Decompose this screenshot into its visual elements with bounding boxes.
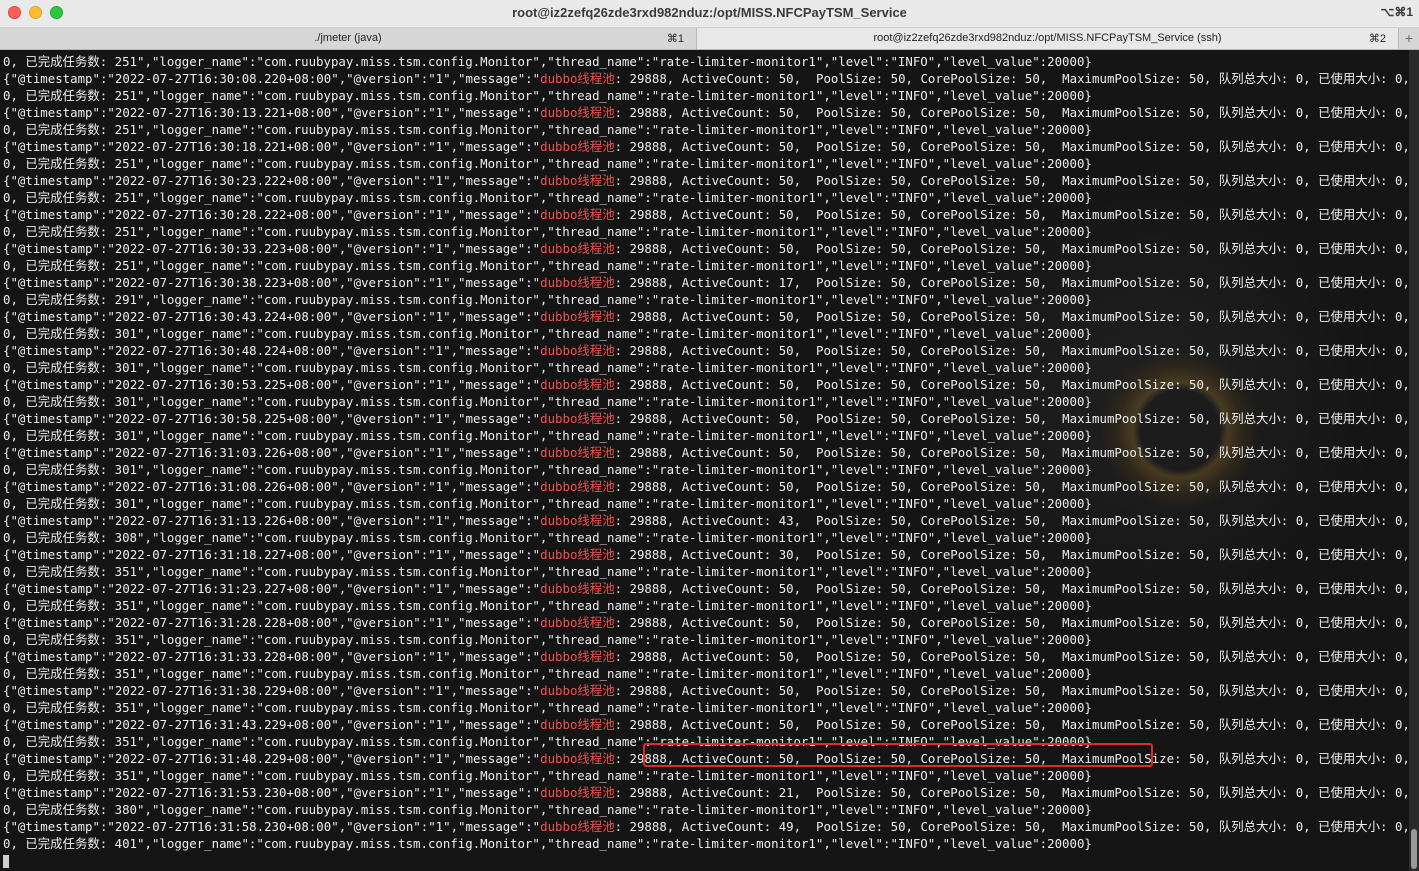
terminal-line: 0, 已完成任务数: 351","logger_name":"com.ruuby… <box>3 666 1092 681</box>
terminal-line: {"@timestamp":"2022-07-27T16:31:18.227+0… <box>3 547 1409 562</box>
terminal-line: {"@timestamp":"2022-07-27T16:30:43.224+0… <box>3 309 1409 324</box>
highlighted-term: dubbo线程池 <box>540 785 615 800</box>
highlighted-term: dubbo线程池 <box>540 479 615 494</box>
highlighted-term: dubbo线程池 <box>540 343 615 358</box>
terminal-line: {"@timestamp":"2022-07-27T16:31:53.230+0… <box>3 785 1409 800</box>
terminal-line: 0, 已完成任务数: 380","logger_name":"com.ruuby… <box>3 802 1092 817</box>
highlighted-term: dubbo线程池 <box>540 173 615 188</box>
tab-shortcut: ⌘2 <box>1368 33 1386 45</box>
scrollbar-thumb[interactable] <box>1411 829 1417 869</box>
terminal-scrollbar[interactable] <box>1409 50 1419 871</box>
terminal-line: 0, 已完成任务数: 301","logger_name":"com.ruuby… <box>3 360 1092 375</box>
window-shortcut: ⌥⌘1 <box>1380 5 1413 19</box>
terminal-line: 0, 已完成任务数: 251","logger_name":"com.ruuby… <box>3 224 1092 239</box>
prompt-line[interactable] <box>3 852 1409 869</box>
terminal-line: {"@timestamp":"2022-07-27T16:31:28.228+0… <box>3 615 1409 630</box>
terminal-line: 0, 已完成任务数: 251","logger_name":"com.ruuby… <box>3 190 1092 205</box>
annotation-highlight-box <box>643 743 1153 767</box>
highlighted-term: dubbo线程池 <box>540 207 615 222</box>
highlighted-term: dubbo线程池 <box>540 445 615 460</box>
terminal-line: 0, 已完成任务数: 251","logger_name":"com.ruuby… <box>3 122 1092 137</box>
new-tab-button[interactable]: + <box>1399 28 1419 49</box>
terminal-line: 0, 已完成任务数: 301","logger_name":"com.ruuby… <box>3 326 1092 341</box>
highlighted-term: dubbo线程池 <box>540 241 615 256</box>
highlighted-term: dubbo线程池 <box>540 275 615 290</box>
terminal-line: 0, 已完成任务数: 351","logger_name":"com.ruuby… <box>3 632 1092 647</box>
tab-label: root@iz2zefq26zde3rxd982nduz:/opt/MISS.N… <box>873 32 1222 44</box>
tab-label: ./jmeter (java) <box>314 32 382 44</box>
terminal-line: {"@timestamp":"2022-07-27T16:31:13.226+0… <box>3 513 1409 528</box>
terminal-line: {"@timestamp":"2022-07-27T16:31:38.229+0… <box>3 683 1409 698</box>
terminal-line: 0, 已完成任务数: 351","logger_name":"com.ruuby… <box>3 700 1092 715</box>
terminal-line: 0, 已完成任务数: 291","logger_name":"com.ruuby… <box>3 292 1092 307</box>
terminal-line: 0, 已完成任务数: 301","logger_name":"com.ruuby… <box>3 428 1092 443</box>
terminal-line: 0, 已完成任务数: 251","logger_name":"com.ruuby… <box>3 258 1092 273</box>
terminal-line: 0, 已完成任务数: 251","logger_name":"com.ruuby… <box>3 156 1092 171</box>
terminal-line: {"@timestamp":"2022-07-27T16:30:33.223+0… <box>3 241 1409 256</box>
terminal-line: 0, 已完成任务数: 308","logger_name":"com.ruuby… <box>3 530 1092 545</box>
terminal-line: {"@timestamp":"2022-07-27T16:31:58.230+0… <box>3 819 1409 834</box>
highlighted-term: dubbo线程池 <box>540 71 615 86</box>
terminal-line: {"@timestamp":"2022-07-27T16:30:23.222+0… <box>3 173 1409 188</box>
highlighted-term: dubbo线程池 <box>540 377 615 392</box>
highlighted-term: dubbo线程池 <box>540 105 615 120</box>
terminal-line: 0, 已完成任务数: 301","logger_name":"com.ruuby… <box>3 394 1092 409</box>
highlighted-term: dubbo线程池 <box>540 581 615 596</box>
terminal-line: {"@timestamp":"2022-07-27T16:30:48.224+0… <box>3 343 1409 358</box>
terminal-line: {"@timestamp":"2022-07-27T16:30:38.223+0… <box>3 275 1409 290</box>
terminal-cursor <box>3 855 9 868</box>
highlighted-term: dubbo线程池 <box>540 513 615 528</box>
terminal-line: {"@timestamp":"2022-07-27T16:31:43.229+0… <box>3 717 1409 732</box>
highlighted-term: dubbo线程池 <box>540 683 615 698</box>
tab-shortcut: ⌘1 <box>666 33 684 45</box>
terminal-line: 0, 已完成任务数: 351","logger_name":"com.ruuby… <box>3 564 1092 579</box>
terminal-line: {"@timestamp":"2022-07-27T16:30:28.222+0… <box>3 207 1409 222</box>
highlighted-term: dubbo线程池 <box>540 615 615 630</box>
terminal-line: 0, 已完成任务数: 301","logger_name":"com.ruuby… <box>3 496 1092 511</box>
terminal-line: 0, 已完成任务数: 251","logger_name":"com.ruuby… <box>3 54 1092 69</box>
terminal-line: 0, 已完成任务数: 301","logger_name":"com.ruuby… <box>3 462 1092 477</box>
window-title: root@iz2zefq26zde3rxd982nduz:/opt/MISS.N… <box>512 5 907 20</box>
terminal-line: {"@timestamp":"2022-07-27T16:31:33.228+0… <box>3 649 1409 664</box>
highlighted-term: dubbo线程池 <box>540 649 615 664</box>
terminal-line: {"@timestamp":"2022-07-27T16:31:03.226+0… <box>3 445 1409 460</box>
tab-ssh[interactable]: root@iz2zefq26zde3rxd982nduz:/opt/MISS.N… <box>697 28 1399 49</box>
terminal-line: 0, 已完成任务数: 351","logger_name":"com.ruuby… <box>3 598 1092 613</box>
terminal-line: {"@timestamp":"2022-07-27T16:30:18.221+0… <box>3 139 1409 154</box>
highlighted-term: dubbo线程池 <box>540 717 615 732</box>
terminal-line: {"@timestamp":"2022-07-27T16:30:58.225+0… <box>3 411 1409 426</box>
terminal-line: {"@timestamp":"2022-07-27T16:30:13.221+0… <box>3 105 1409 120</box>
highlighted-term: dubbo线程池 <box>540 309 615 324</box>
highlighted-term: dubbo线程池 <box>540 411 615 426</box>
terminal-line: {"@timestamp":"2022-07-27T16:30:08.220+0… <box>3 71 1409 86</box>
terminal-line: {"@timestamp":"2022-07-27T16:31:23.227+0… <box>3 581 1409 596</box>
highlighted-term: dubbo线程池 <box>540 819 615 834</box>
terminal-line: {"@timestamp":"2022-07-27T16:30:53.225+0… <box>3 377 1409 392</box>
terminal-line: {"@timestamp":"2022-07-27T16:31:08.226+0… <box>3 479 1409 494</box>
highlighted-term: dubbo线程池 <box>540 139 615 154</box>
highlighted-term: dubbo线程池 <box>540 751 615 766</box>
terminal-line: 0, 已完成任务数: 351","logger_name":"com.ruuby… <box>3 768 1092 783</box>
terminal-line: 0, 已完成任务数: 401","logger_name":"com.ruuby… <box>3 836 1092 851</box>
terminal-line: 0, 已完成任务数: 251","logger_name":"com.ruuby… <box>3 88 1092 103</box>
highlighted-term: dubbo线程池 <box>540 547 615 562</box>
window-titlebar: root@iz2zefq26zde3rxd982nduz:/opt/MISS.N… <box>0 0 1419 28</box>
tab-jmeter[interactable]: ./jmeter (java) ⌘1 <box>0 28 697 49</box>
tab-bar: ./jmeter (java) ⌘1 root@iz2zefq26zde3rxd… <box>0 28 1419 50</box>
